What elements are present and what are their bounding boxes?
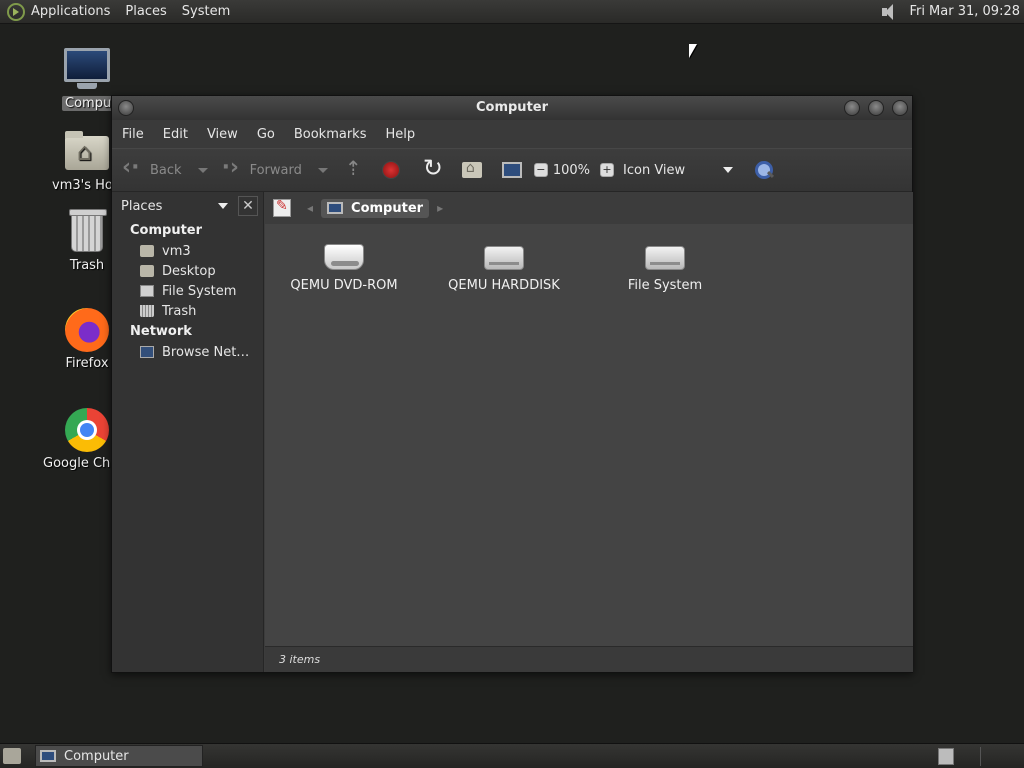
volume-icon[interactable] xyxy=(879,2,899,22)
drive-icon xyxy=(140,285,154,297)
menu-file[interactable]: File xyxy=(122,127,144,142)
sidebar-item-file-system[interactable]: File System xyxy=(112,281,263,301)
file-item-label: File System xyxy=(627,278,703,293)
reload-icon[interactable] xyxy=(422,154,444,182)
taskbar-button-label: Computer xyxy=(64,748,129,764)
up-icon[interactable] xyxy=(342,156,364,181)
menu-help[interactable]: Help xyxy=(385,127,415,142)
file-view: QEMU DVD-ROM QEMU HARDDISK File System xyxy=(265,224,913,646)
trash-icon xyxy=(63,208,111,256)
window-title: Computer xyxy=(475,100,549,115)
status-bar: 3 items xyxy=(265,646,913,672)
sidebar-item-label: File System xyxy=(162,283,237,299)
places-menu[interactable]: Places xyxy=(125,4,166,19)
sidebar-item-label: vm3 xyxy=(162,243,191,259)
back-arrow-icon xyxy=(122,155,144,181)
zoom-level: 100% xyxy=(552,162,591,178)
computer-icon[interactable] xyxy=(501,162,522,178)
computer-icon xyxy=(327,202,344,214)
network-icon xyxy=(140,346,154,358)
panel-tray: Fri Mar 31, 09:28 xyxy=(879,2,1024,22)
location-bar: ◂ Computer ▸ xyxy=(265,192,913,224)
file-item-label: QEMU HARDDISK xyxy=(448,278,560,293)
applications-menu[interactable]: Applications xyxy=(31,4,110,19)
menubar: File Edit View Go Bookmarks Help xyxy=(112,120,912,148)
sidebar-item-vm3[interactable]: vm3 xyxy=(112,241,263,261)
desktop: Applications Places System Fri Mar 31, 0… xyxy=(0,0,1024,768)
sidebar-item-label: Desktop xyxy=(162,263,216,279)
bottom-panel: Computer xyxy=(0,743,1024,768)
zoom-out-button[interactable]: − xyxy=(533,163,548,177)
menu-view[interactable]: View xyxy=(207,127,238,142)
edit-location-icon[interactable] xyxy=(273,198,291,217)
zoom-in-button[interactable]: + xyxy=(600,163,615,177)
forward-label: Forward xyxy=(249,162,302,178)
sidebar-item-trash[interactable]: Trash xyxy=(112,301,263,321)
sidebar-section-network: Network xyxy=(130,324,192,339)
top-panel: Applications Places System Fri Mar 31, 0… xyxy=(0,0,1024,24)
view-mode-value: Icon View xyxy=(623,162,686,178)
toolbar: Back Forward − 100% + Icon View xyxy=(112,148,912,192)
sidebar-selector[interactable]: Places xyxy=(118,195,234,217)
sidebar-item-label: Browse Net… xyxy=(162,344,250,360)
system-menu[interactable]: System xyxy=(182,4,230,19)
workspace-1[interactable] xyxy=(938,748,954,765)
file-item-file-system[interactable]: File System xyxy=(590,240,740,293)
breadcrumb[interactable]: Computer xyxy=(321,198,430,218)
forward-history-dropdown[interactable] xyxy=(317,167,328,173)
distro-logo-icon[interactable] xyxy=(7,2,25,21)
clock[interactable]: Fri Mar 31, 09:28 xyxy=(909,4,1020,19)
computer-icon xyxy=(40,750,56,762)
menu-bookmarks[interactable]: Bookmarks xyxy=(294,127,367,142)
sidebar-item-browse-network[interactable]: Browse Net… xyxy=(112,342,263,362)
maximize-button[interactable] xyxy=(868,100,884,116)
sidebar-item-label: Trash xyxy=(162,303,197,319)
sidebar-section-computer: Computer xyxy=(130,223,203,238)
window-titlebar[interactable]: Computer xyxy=(112,96,912,120)
computer-icon xyxy=(63,46,111,94)
harddisk-icon xyxy=(482,240,526,274)
desktop-icon-label: Google Chrome xyxy=(43,456,112,471)
crumb-left-arrow-icon[interactable]: ◂ xyxy=(307,201,313,215)
sidebar: Places ✕ Computer vm3 Desktop File Syste… xyxy=(112,192,264,672)
menu-go[interactable]: Go xyxy=(257,127,275,142)
harddisk-icon xyxy=(643,240,687,274)
file-item-harddisk[interactable]: QEMU HARDDISK xyxy=(429,240,579,293)
close-button[interactable] xyxy=(892,100,908,116)
minimize-button[interactable] xyxy=(844,100,860,116)
crumb-right-arrow-icon[interactable]: ▸ xyxy=(437,201,443,215)
firefox-icon xyxy=(63,306,111,354)
stop-icon[interactable] xyxy=(381,161,400,179)
home-folder-icon xyxy=(140,245,154,257)
view-mode-select[interactable]: Icon View xyxy=(623,162,734,178)
forward-arrow-icon xyxy=(222,155,244,181)
back-button[interactable]: Back xyxy=(122,155,182,181)
file-manager-window: Computer File Edit View Go Bookmarks Hel… xyxy=(111,95,913,673)
chrome-icon xyxy=(63,406,111,454)
breadcrumb-label: Computer xyxy=(351,200,424,216)
back-label: Back xyxy=(150,162,182,178)
menu-edit[interactable]: Edit xyxy=(163,127,188,142)
forward-button[interactable]: Forward xyxy=(222,155,302,181)
chevron-down-icon xyxy=(218,203,228,209)
back-history-dropdown[interactable] xyxy=(197,167,208,173)
workspace-2[interactable] xyxy=(980,747,981,766)
file-item-label: QEMU DVD-ROM xyxy=(290,278,398,293)
search-icon[interactable] xyxy=(753,160,774,180)
file-item-dvd-rom[interactable]: QEMU DVD-ROM xyxy=(269,240,419,293)
close-sidebar-icon[interactable]: ✕ xyxy=(238,196,258,216)
home-icon[interactable] xyxy=(461,160,482,178)
sidebar-item-desktop[interactable]: Desktop xyxy=(112,261,263,281)
mouse-pointer-icon xyxy=(689,44,697,58)
sidebar-selector-value: Places xyxy=(121,198,163,214)
optical-drive-icon xyxy=(322,240,366,274)
home-folder-icon xyxy=(63,128,111,176)
taskbar-button-computer[interactable]: Computer xyxy=(35,745,203,767)
chevron-down-icon xyxy=(723,167,734,173)
desktop-folder-icon xyxy=(140,265,154,277)
trash-icon xyxy=(140,305,154,317)
sidebar-header: Places ✕ xyxy=(112,192,263,220)
show-desktop-icon[interactable] xyxy=(3,748,21,764)
window-menu-icon[interactable] xyxy=(118,100,134,116)
